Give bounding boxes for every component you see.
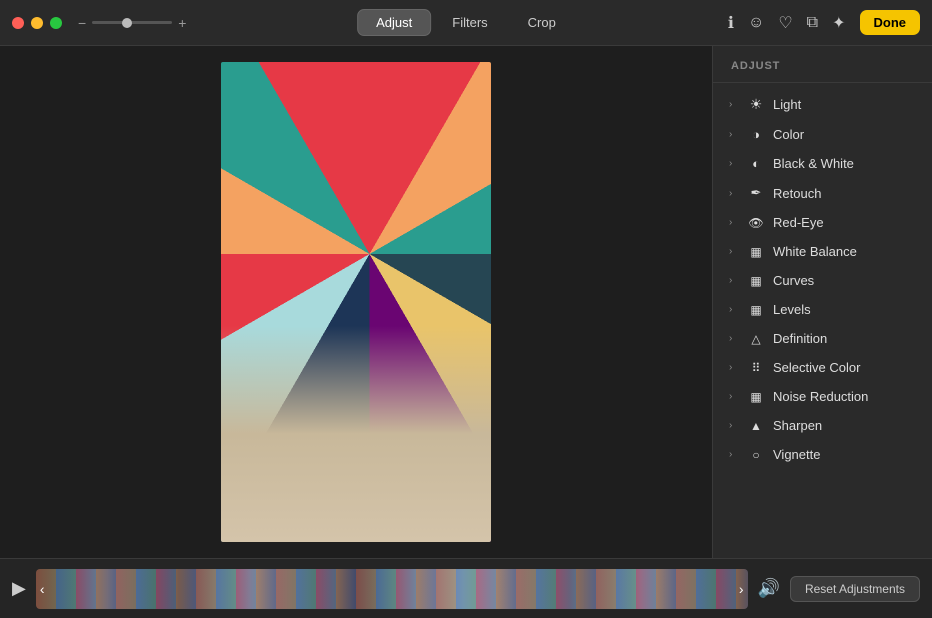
adjust-panel: ADJUST › ☀ Light › ◑ Color › ◐ Black & W… xyxy=(712,46,932,558)
retouch-icon: ✒ xyxy=(747,185,765,201)
adjust-label: Vignette xyxy=(773,447,916,462)
chevron-icon: › xyxy=(729,420,739,431)
chevron-icon: › xyxy=(729,333,739,344)
zoom-plus-icon: + xyxy=(178,15,186,31)
sharpen-icon: ▲ xyxy=(747,419,765,433)
close-button[interactable] xyxy=(12,17,24,29)
chevron-icon: › xyxy=(729,99,739,110)
tab-crop[interactable]: Crop xyxy=(509,9,575,36)
main-content: ADJUST › ☀ Light › ◑ Color › ◐ Black & W… xyxy=(0,46,932,558)
color-icon: ◑ xyxy=(747,127,765,142)
adjust-label: Levels xyxy=(773,302,916,317)
photo-image xyxy=(221,62,491,542)
adjust-label: Color xyxy=(773,127,916,142)
slider-track[interactable] xyxy=(92,21,172,24)
tab-group: Adjust Filters Crop xyxy=(357,9,575,36)
photo-container xyxy=(221,62,491,542)
adjust-item-curves[interactable]: › ▦ Curves xyxy=(713,266,932,295)
curves-icon: ▦ xyxy=(747,274,765,288)
adjust-label: Retouch xyxy=(773,186,916,201)
adjust-item-definition[interactable]: › △ Definition xyxy=(713,324,932,353)
adjust-item-color[interactable]: › ◑ Color xyxy=(713,120,932,149)
zoom-slider[interactable]: − + xyxy=(78,15,186,31)
duplicate-button[interactable]: ⧉ xyxy=(807,14,818,32)
right-controls: ℹ ☺ ♡ ⧉ ✦ Done xyxy=(728,10,920,35)
adjust-item-selectivecolor[interactable]: › ⠿ Selective Color xyxy=(713,353,932,382)
chevron-icon: › xyxy=(729,275,739,286)
info-button[interactable]: ℹ xyxy=(728,13,734,33)
maximize-button[interactable] xyxy=(50,17,62,29)
vignette-icon: ○ xyxy=(747,448,765,462)
adjust-label: Selective Color xyxy=(773,360,916,375)
adjust-item-noisereduction[interactable]: › ▦ Noise Reduction xyxy=(713,382,932,411)
emoji-button[interactable]: ☺ xyxy=(748,14,764,32)
reset-adjustments-button[interactable]: Reset Adjustments xyxy=(790,576,920,602)
adjust-label: Red-Eye xyxy=(773,215,916,230)
adjust-item-vignette[interactable]: › ○ Vignette xyxy=(713,440,932,469)
chevron-icon: › xyxy=(729,362,739,373)
heart-button[interactable]: ♡ xyxy=(778,13,792,33)
light-icon: ☀ xyxy=(747,96,765,113)
adjust-label: White Balance xyxy=(773,244,916,259)
slider-thumb xyxy=(122,18,132,28)
adjust-label: Noise Reduction xyxy=(773,389,916,404)
definition-icon: △ xyxy=(747,332,765,346)
levels-icon: ▦ xyxy=(747,303,765,317)
adjust-item-light[interactable]: › ☀ Light xyxy=(713,89,932,120)
tab-filters[interactable]: Filters xyxy=(433,9,506,36)
chevron-icon: › xyxy=(729,129,739,140)
volume-button[interactable]: 🔊 xyxy=(758,578,780,599)
filmstrip-right-arrow: › xyxy=(739,581,744,597)
adjust-item-bw[interactable]: › ◐ Black & White xyxy=(713,149,932,178)
chevron-icon: › xyxy=(729,217,739,228)
adjust-label: Black & White xyxy=(773,156,916,171)
adjust-item-sharpen[interactable]: › ▲ Sharpen xyxy=(713,411,932,440)
panel-title: ADJUST xyxy=(713,46,932,83)
photo-ground xyxy=(221,326,491,542)
redeye-icon: 👁 xyxy=(747,216,765,230)
traffic-lights xyxy=(12,17,62,29)
adjust-item-retouch[interactable]: › ✒ Retouch xyxy=(713,178,932,208)
bottom-bar: ▶ ‹ › 🔊 Reset Adjustments xyxy=(0,558,932,618)
selectivecolor-icon: ⠿ xyxy=(747,361,765,375)
filmstrip-frames xyxy=(36,569,748,609)
bw-icon: ◐ xyxy=(747,156,765,171)
noisereduction-icon: ▦ xyxy=(747,390,765,404)
minimize-button[interactable] xyxy=(31,17,43,29)
adjust-list: › ☀ Light › ◑ Color › ◐ Black & White › … xyxy=(713,83,932,475)
filmstrip-left-arrow: ‹ xyxy=(40,581,45,597)
zoom-minus-icon: − xyxy=(78,15,86,31)
photo-area xyxy=(0,46,712,558)
chevron-icon: › xyxy=(729,304,739,315)
adjust-label: Light xyxy=(773,97,916,112)
adjust-label: Definition xyxy=(773,331,916,346)
chevron-icon: › xyxy=(729,188,739,199)
magic-button[interactable]: ✦ xyxy=(832,13,845,33)
adjust-label: Sharpen xyxy=(773,418,916,433)
chevron-icon: › xyxy=(729,158,739,169)
whitebalance-icon: ▦ xyxy=(747,245,765,259)
chevron-icon: › xyxy=(729,246,739,257)
adjust-label: Curves xyxy=(773,273,916,288)
adjust-item-redeye[interactable]: › 👁 Red-Eye xyxy=(713,208,932,237)
adjust-item-whitebalance[interactable]: › ▦ White Balance xyxy=(713,237,932,266)
tab-adjust[interactable]: Adjust xyxy=(357,9,431,36)
adjust-item-levels[interactable]: › ▦ Levels xyxy=(713,295,932,324)
chevron-icon: › xyxy=(729,391,739,402)
play-button[interactable]: ▶ xyxy=(12,578,26,599)
titlebar: − + Adjust Filters Crop ℹ ☺ ♡ ⧉ ✦ Done xyxy=(0,0,932,46)
chevron-icon: › xyxy=(729,449,739,460)
filmstrip[interactable]: ‹ › xyxy=(36,569,748,609)
done-button[interactable]: Done xyxy=(860,10,921,35)
